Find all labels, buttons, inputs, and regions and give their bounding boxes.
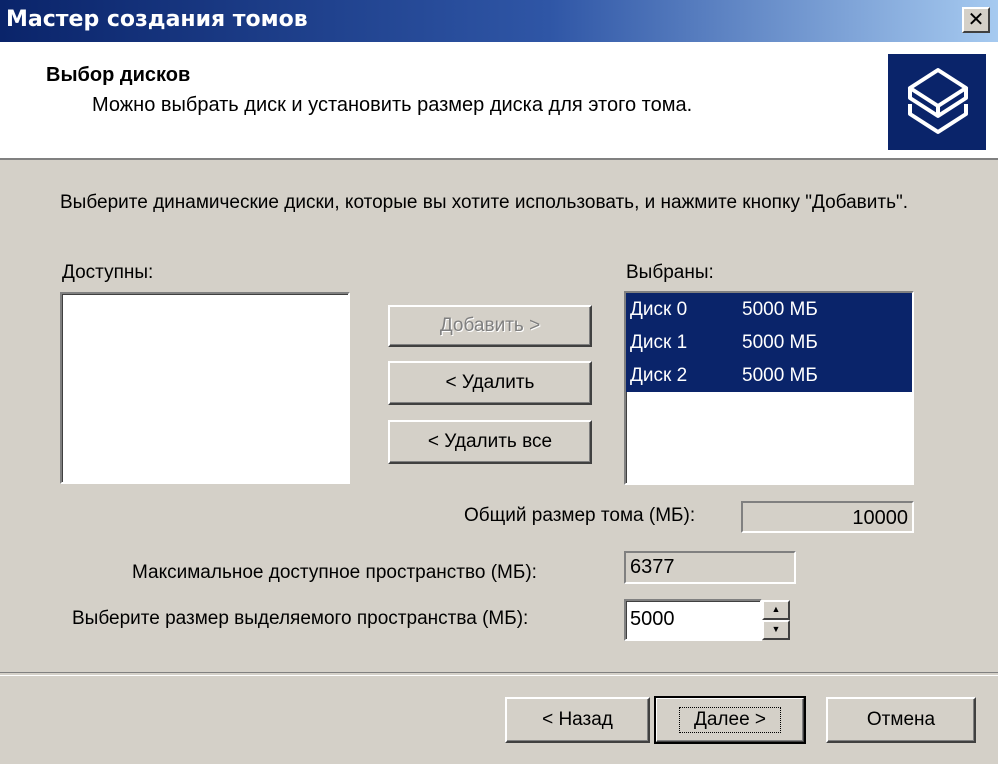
disk-size: 5000 МБ [742,332,818,353]
spin-up-icon: ▲ [771,604,781,614]
remove-all-button-label: < Удалить все [427,431,553,452]
total-size-field: 10000 [741,501,914,533]
disk-size: 5000 МБ [742,299,818,320]
instructions-text: Выберите динамические диски, которые вы … [60,192,909,213]
remove-button[interactable]: < Удалить [388,361,592,405]
total-size-label: Общий размер тома (МБ): [464,505,696,526]
wizard-header: Выбор дисков Можно выбрать диск и устано… [0,42,998,160]
disk-name: Диск 2 [630,365,688,386]
spin-up-button[interactable]: ▲ [762,600,790,620]
alloc-size-label: Выберите размер выделяемого пространства… [72,608,529,629]
close-icon: ✕ [967,7,985,31]
max-space-value: 6377 [630,556,675,578]
available-disks-list[interactable] [60,292,350,484]
list-item[interactable]: Диск 1 5000 МБ [626,326,912,359]
remove-all-button[interactable]: < Удалить все [388,420,592,464]
alloc-size-value: 5000 [630,608,675,630]
remove-button-label: < Удалить [445,372,535,393]
cancel-button-label: Отмена [866,709,936,730]
footer-divider [0,672,998,676]
window-title: Мастер создания томов [6,7,308,32]
back-button[interactable]: < Назад [505,697,650,743]
page-title: Выбор дисков [46,64,191,86]
back-button-label: < Назад [542,709,613,730]
available-label: Доступны: [62,262,154,283]
disk-size: 5000 МБ [742,365,818,386]
disks-icon [888,54,986,150]
next-button[interactable]: Далее > [654,696,806,744]
max-space-label: Максимальное доступное пространство (МБ)… [132,562,537,583]
list-item[interactable]: Диск 0 5000 МБ [626,293,912,326]
list-item[interactable]: Диск 2 5000 МБ [626,359,912,392]
disk-name: Диск 1 [630,332,688,353]
disk-name: Диск 0 [630,299,688,320]
selected-disks-list[interactable]: Диск 0 5000 МБ Диск 1 5000 МБ Диск 2 500… [624,291,914,485]
add-button[interactable]: Добавить > [388,305,592,347]
spin-down-button[interactable]: ▼ [762,620,790,640]
alloc-size-input[interactable]: 5000 [624,599,762,641]
max-space-field: 6377 [624,551,796,584]
cancel-button[interactable]: Отмена [826,697,976,743]
selected-label: Выбраны: [626,262,714,283]
total-size-value: 10000 [852,507,908,529]
next-button-label: Далее > [678,707,782,733]
title-bar: Мастер создания томов ✕ [0,0,998,42]
add-button-label: Добавить > [439,315,541,336]
page-subtitle: Можно выбрать диск и установить размер д… [92,94,693,116]
spin-down-icon: ▼ [771,624,781,634]
close-button[interactable]: ✕ [962,7,990,33]
